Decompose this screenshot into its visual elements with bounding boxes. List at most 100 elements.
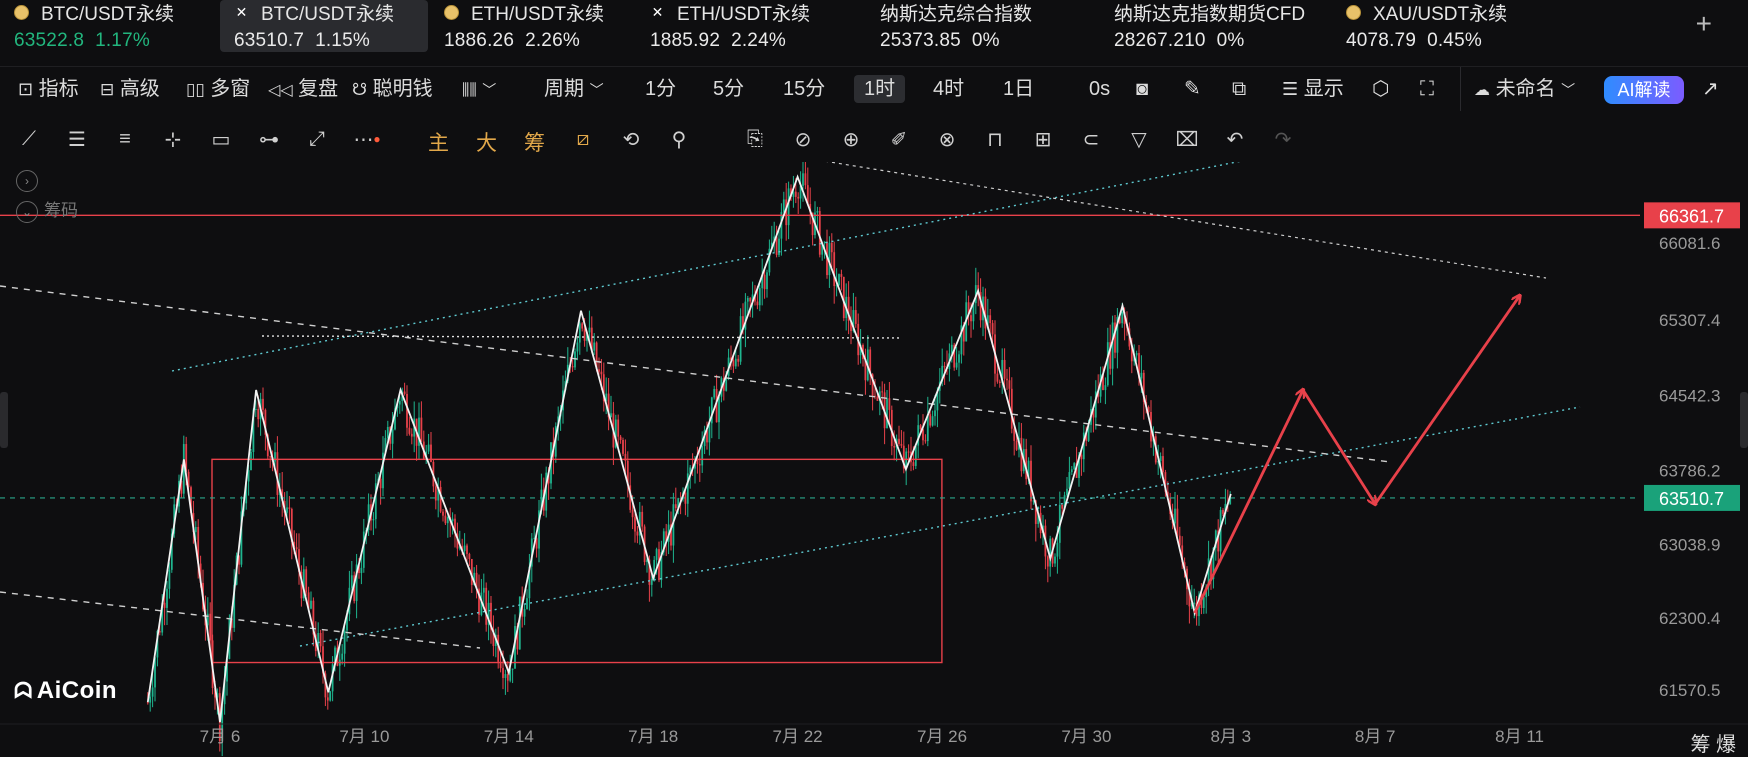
- x-exchange-icon: ✕: [651, 3, 664, 20]
- display-button[interactable]: ☰ 显示: [1282, 75, 1344, 103]
- candle-body: [372, 519, 375, 521]
- settings-icon[interactable]: ⬡: [1372, 75, 1389, 103]
- candle-body: [617, 419, 620, 437]
- candle-body: [274, 452, 276, 462]
- magnet-icon[interactable]: ⊂: [1078, 126, 1104, 152]
- candle-body: [288, 507, 291, 509]
- candle-body: [1015, 440, 1018, 450]
- add-ticker-icon[interactable]: +: [1696, 8, 1712, 40]
- candle-body: [698, 464, 701, 466]
- candle-body: [934, 410, 936, 417]
- ticker-eth-usdt-2[interactable]: ✕ ETH/USDT永续 1885.92 2.24%: [650, 0, 880, 52]
- tf-1h-button[interactable]: 1时: [854, 75, 906, 103]
- candle-body: [804, 173, 807, 186]
- candle-body: [598, 369, 600, 372]
- tf-1d-button[interactable]: 1日: [1003, 75, 1034, 103]
- candle-body: [526, 598, 528, 610]
- x-axis-tick-label: 7月 6: [200, 727, 241, 746]
- tf-4h-button[interactable]: 4时: [933, 75, 964, 103]
- share-out-icon[interactable]: ⧉: [1232, 75, 1246, 103]
- candle-body: [1202, 597, 1205, 609]
- hide-drawings-icon[interactable]: ⊗: [934, 126, 960, 152]
- ticker-btc-usdt-2[interactable]: ✕ BTC/USDT永续 63510.7 1.15%: [220, 0, 428, 52]
- candle-body: [326, 697, 329, 701]
- fullscreen-icon[interactable]: ⛶: [1420, 75, 1434, 103]
- price-chart[interactable]: 66081.6 65307.4 64542.3 63786.2 63038.9 62300…: [0, 162, 1748, 756]
- pen-icon[interactable]: ✎: [1184, 75, 1201, 103]
- candle-body: [787, 188, 790, 226]
- parallel-channel-icon[interactable]: ☰: [64, 126, 90, 152]
- left-panel-handle[interactable]: [0, 392, 8, 448]
- candle-body: [634, 517, 636, 532]
- ticker-eth-usdt-1[interactable]: ETH/USDT永续 1886.26 2.26%: [428, 0, 650, 52]
- lock-icon[interactable]: ⊓: [982, 126, 1008, 152]
- candle-body: [442, 511, 444, 516]
- bookmark-icon[interactable]: ⎘: [742, 126, 768, 152]
- chart-icon: ⊡: [18, 79, 34, 99]
- ai-interpret-button[interactable]: AI解读: [1604, 76, 1684, 104]
- brush-icon[interactable]: ✐: [886, 126, 912, 152]
- ticker-xau-usdt[interactable]: XAU/USDT永续 4078.79 0.45%: [1346, 0, 1576, 52]
- candle-body: [924, 440, 927, 442]
- drawing-list-icon[interactable]: ⊞: [1030, 126, 1056, 152]
- trend-line-icon[interactable]: ⟋: [16, 126, 42, 152]
- aicoin-logo-icon: ᗣ: [14, 678, 33, 703]
- expand-icon[interactable]: ›: [16, 170, 38, 192]
- more-tools-icon[interactable]: ⋯ ●: [353, 126, 380, 152]
- undo-icon[interactable]: ↶: [1222, 126, 1248, 152]
- ticker-btc-usdt-1[interactable]: BTC/USDT永续 63522.8 1.17%: [0, 0, 220, 52]
- price-range-icon[interactable]: ⊶: [256, 126, 282, 152]
- candle-body: [758, 288, 761, 306]
- candle-body: [151, 687, 154, 697]
- big-order-button[interactable]: 大: [476, 127, 497, 157]
- ticker-nasdaq-composite[interactable]: 纳斯达克综合指数 25373.85 0%: [880, 0, 1114, 52]
- candle-body: [919, 425, 922, 430]
- tf-15m-button[interactable]: 15分: [783, 75, 825, 103]
- ruler-icon[interactable]: ⊘: [790, 126, 816, 152]
- main-overlay-button[interactable]: 主: [428, 127, 449, 157]
- measure-icon[interactable]: ⤢: [304, 126, 330, 152]
- candle-body: [146, 702, 149, 704]
- candle-body: [468, 553, 471, 559]
- horizontal-lines-icon[interactable]: ≡: [112, 126, 138, 152]
- tf-1m-button[interactable]: 1分: [645, 75, 676, 103]
- candle-body: [588, 327, 591, 333]
- rectangle-icon[interactable]: ▭: [208, 126, 234, 152]
- layout-name-dropdown[interactable]: ☁ 未命名 ﹀: [1474, 75, 1575, 103]
- chips-button[interactable]: 筹: [524, 127, 545, 157]
- chart-type-dropdown[interactable]: ⫼⫼ ﹀: [462, 75, 496, 103]
- advanced-button[interactable]: ⊟ 高级: [100, 75, 160, 103]
- candle-body: [718, 396, 720, 423]
- candle-body: [305, 569, 308, 593]
- x-axis-tick-label: 7月 14: [484, 727, 534, 746]
- candle-body: [386, 426, 389, 439]
- horizontal-ray-icon[interactable]: ⊹: [160, 126, 186, 152]
- heatmap-icon[interactable]: ⧄: [570, 126, 596, 152]
- x-axis-tick-label: 7月 18: [628, 727, 678, 746]
- resistance-price-label: 66361.7: [1659, 206, 1724, 226]
- zoom-in-icon[interactable]: ⊕: [838, 126, 864, 152]
- candle-body: [881, 391, 884, 393]
- ticker-nasdaq-futures[interactable]: 纳斯达克指数期货CFD 28267.210 0%: [1114, 0, 1346, 52]
- period-dropdown[interactable]: 周期 ﹀: [544, 75, 604, 103]
- candle-body: [619, 436, 622, 441]
- bottom-right-labels[interactable]: 筹 爆: [1690, 728, 1736, 757]
- filter-icon[interactable]: ▽: [1126, 126, 1152, 152]
- magnet-tool-icon[interactable]: ⚲: [666, 126, 692, 152]
- right-panel-handle[interactable]: [1740, 392, 1748, 448]
- sync-drawing-icon[interactable]: ⟲: [618, 126, 644, 152]
- candle-body: [794, 191, 797, 197]
- candle-body: [350, 575, 353, 588]
- share-icon[interactable]: ↗: [1702, 75, 1719, 103]
- multiwindow-button[interactable]: ▯▯ 多窗: [186, 75, 250, 103]
- indicators-button[interactable]: ⊡ 指标: [18, 75, 79, 103]
- rewind-icon: ◁◁: [268, 82, 293, 99]
- collapse-icon[interactable]: ⌄: [16, 200, 38, 223]
- replay-button[interactable]: ◁◁ 复盘: [268, 75, 338, 103]
- smart-money-button[interactable]: ☋ 聪明钱: [352, 75, 433, 103]
- candle-body: [581, 323, 584, 329]
- camera-icon[interactable]: ◙: [1136, 75, 1148, 103]
- tf-5m-button[interactable]: 5分: [713, 75, 744, 103]
- redo-icon[interactable]: ↷: [1270, 126, 1296, 152]
- trash-icon[interactable]: ⌧: [1174, 126, 1200, 152]
